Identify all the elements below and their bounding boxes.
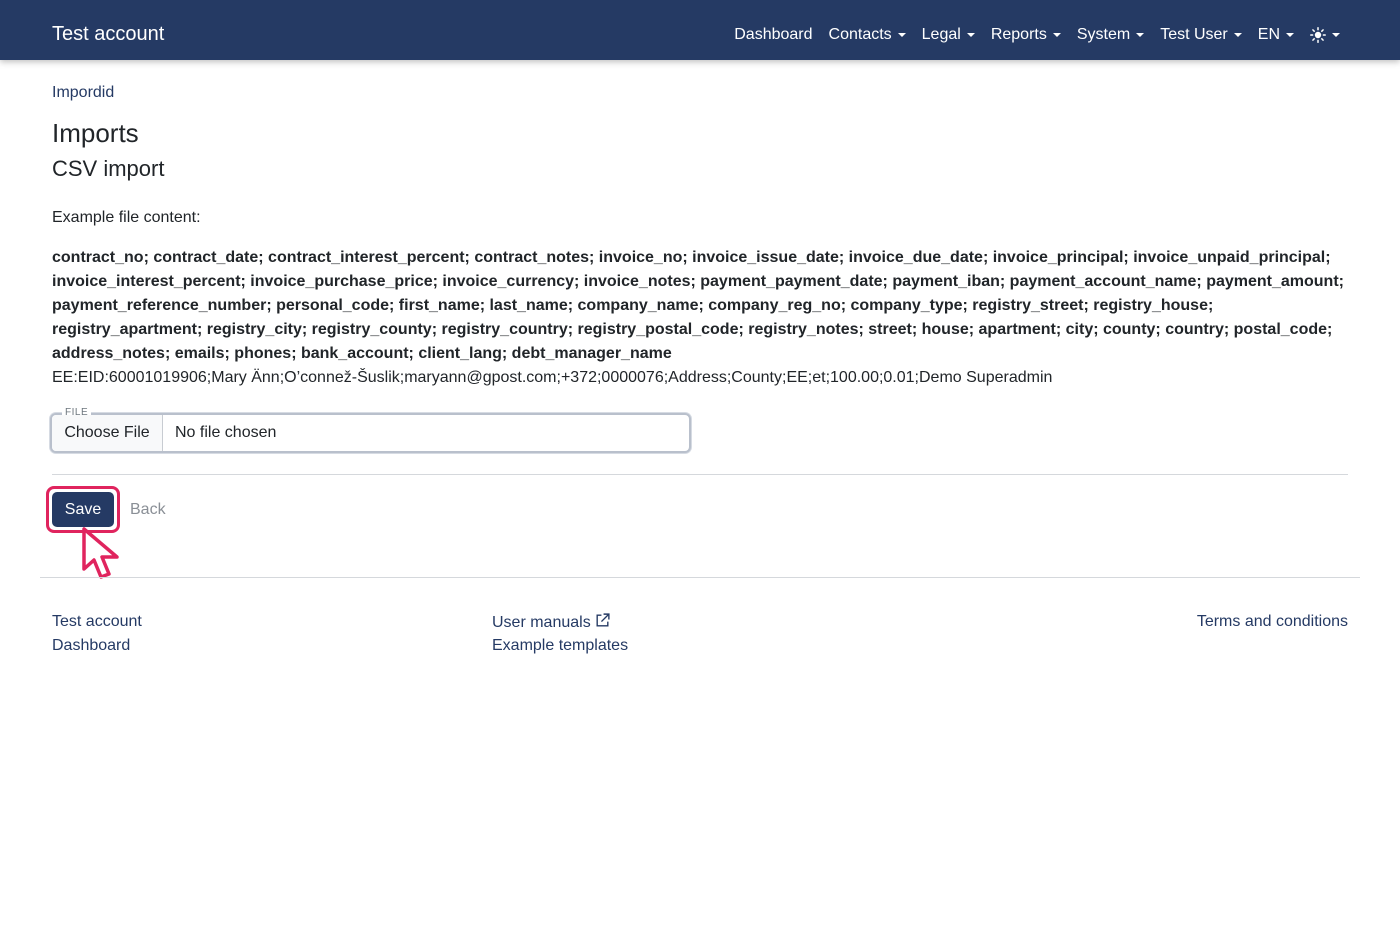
footer-user-manuals-label: User manuals (492, 614, 591, 631)
nav-language-dropdown[interactable]: EN (1258, 24, 1294, 46)
example-csv-row: EE:EID:60001019906;Mary Änn;O’connež-Šus… (52, 369, 1053, 386)
nav-language-label: EN (1257, 26, 1280, 43)
caret-down-icon (1332, 33, 1340, 37)
top-navbar: Test account Dashboard Contacts Legal Re… (0, 0, 1400, 60)
footer-link-example-templates[interactable]: Example templates (492, 636, 628, 656)
caret-down-icon (1233, 33, 1242, 37)
nav-dashboard-label: Dashboard (734, 26, 813, 43)
back-link[interactable]: Back (130, 500, 166, 520)
caret-down-icon (1052, 33, 1061, 37)
nav-legal-label: Legal (921, 26, 961, 43)
caret-down-icon (1286, 33, 1294, 37)
choose-file-button[interactable]: Choose File (52, 415, 163, 451)
footer-link-test-account[interactable]: Test account (52, 612, 142, 632)
footer-link-terms[interactable]: Terms and conditions (1197, 612, 1348, 632)
example-csv-headers: contract_no; contract_date; contract_int… (52, 249, 1344, 362)
example-label: Example file content: (52, 209, 201, 226)
breadcrumb-imports[interactable]: Impordid (52, 83, 114, 103)
nav-system-label: System (1076, 26, 1131, 43)
save-button[interactable]: Save (52, 492, 114, 527)
caret-down-icon (897, 33, 906, 37)
theme-toggle-dropdown[interactable] (1310, 27, 1340, 43)
external-link-icon (596, 613, 610, 627)
nav-contacts-label: Contacts (828, 26, 892, 43)
form-divider (52, 474, 1348, 475)
nav-user-dropdown[interactable]: Test User (1160, 24, 1242, 46)
footer-divider (40, 577, 1360, 578)
page-subtitle: CSV import (52, 156, 165, 181)
nav-dashboard[interactable]: Dashboard (734, 24, 812, 46)
nav-legal-dropdown[interactable]: Legal (922, 24, 975, 46)
file-status-text: No file chosen (175, 424, 277, 441)
nav-menu: Dashboard Contacts Legal Reports System … (734, 24, 1340, 46)
caret-down-icon (966, 33, 975, 37)
nav-reports-label: Reports (990, 26, 1047, 43)
caret-down-icon (1136, 33, 1145, 37)
nav-user-label: Test User (1160, 26, 1228, 43)
pointer-cursor-icon (82, 527, 119, 579)
nav-contacts-dropdown[interactable]: Contacts (829, 24, 906, 46)
nav-system-dropdown[interactable]: System (1076, 24, 1145, 46)
nav-reports-dropdown[interactable]: Reports (991, 24, 1061, 46)
footer-link-user-manuals[interactable]: User manuals (492, 612, 611, 633)
footer-link-dashboard[interactable]: Dashboard (52, 636, 130, 656)
brand-title[interactable]: Test account (52, 22, 164, 46)
sun-icon (1310, 27, 1326, 43)
page-title: Imports (52, 118, 139, 148)
